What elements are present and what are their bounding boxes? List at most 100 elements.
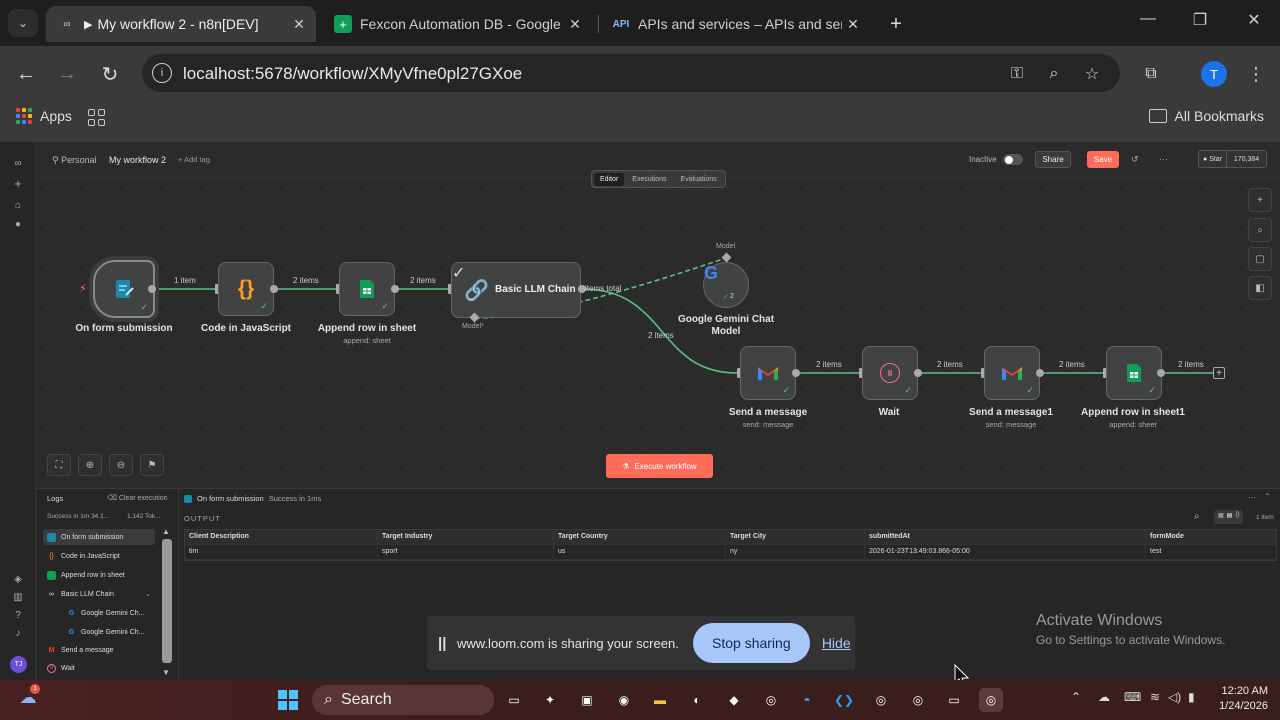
- log-item[interactable]: G Google Gemini Ch...: [63, 605, 155, 621]
- log-item[interactable]: Append row in sheet: [43, 567, 155, 583]
- save-button[interactable]: Save: [1087, 151, 1119, 168]
- log-item[interactable]: M Send a message: [43, 642, 155, 658]
- fit-view-icon[interactable]: ⛶: [47, 454, 71, 476]
- docker-icon[interactable]: ◓: [795, 688, 819, 712]
- new-tab-icon[interactable]: +: [884, 12, 908, 36]
- weather-widget-icon[interactable]: ☁ 1: [16, 684, 40, 710]
- execute-workflow-button[interactable]: ⚗ Execute workflow: [606, 454, 713, 478]
- zoom-in-icon[interactable]: ⊕: [78, 454, 102, 476]
- add-node-button[interactable]: +: [1248, 188, 1272, 212]
- chrome-icon[interactable]: ◎: [759, 688, 783, 712]
- stop-sharing-button[interactable]: Stop sharing: [692, 623, 810, 663]
- tab-editor[interactable]: Editor: [594, 172, 625, 186]
- tidy-up-icon[interactable]: ⚑: [140, 454, 164, 476]
- output-port[interactable]: [1157, 369, 1165, 377]
- chrome-profile-icon[interactable]: ◎: [869, 688, 893, 712]
- node-append-row-in-sheet[interactable]: ✓: [339, 262, 395, 316]
- volume-icon[interactable]: ◁): [1168, 690, 1181, 704]
- minimize-icon[interactable]: —: [1128, 10, 1168, 28]
- scroll-down-icon[interactable]: ▼: [162, 668, 170, 677]
- home-icon[interactable]: ⌂: [9, 196, 27, 214]
- tab-search-chevron-icon[interactable]: ⌄: [8, 9, 38, 37]
- output-port[interactable]: [914, 369, 922, 377]
- table-view-icon[interactable]: ▤: [1227, 512, 1233, 522]
- onedrive-icon[interactable]: ☁: [1098, 690, 1110, 704]
- node-on-form-submission[interactable]: ✓: [93, 260, 155, 318]
- hide-link[interactable]: Hide: [822, 635, 851, 651]
- view-mode-switch[interactable]: ▦ ▤ {}: [1214, 510, 1244, 524]
- tab-close-icon[interactable]: ✕: [564, 13, 586, 35]
- copilot-icon[interactable]: ✦: [538, 688, 562, 712]
- log-item[interactable]: II Wait: [43, 660, 155, 676]
- output-port[interactable]: [1036, 369, 1044, 377]
- panel-toggle-icon[interactable]: ◧: [1248, 276, 1272, 300]
- insights-icon[interactable]: ▥: [9, 588, 27, 606]
- all-bookmarks[interactable]: All Bookmarks: [1148, 108, 1264, 124]
- chrome-profile-icon[interactable]: ◎: [906, 688, 930, 712]
- battery-icon[interactable]: ▮: [1188, 690, 1195, 704]
- json-view-icon[interactable]: {}: [1235, 512, 1239, 522]
- site-info-icon[interactable]: i: [152, 63, 172, 83]
- vscode-icon[interactable]: ❮❯: [832, 688, 856, 712]
- tab-apis-services[interactable]: API APIs and services – APIs and servic …: [600, 6, 870, 42]
- workflow-name[interactable]: My workflow 2: [109, 155, 166, 165]
- log-item[interactable]: ∞ Basic LLM Chain ⌄: [43, 586, 155, 602]
- forward-icon[interactable]: →: [53, 60, 81, 88]
- key-icon[interactable]: ⚿: [1006, 63, 1028, 85]
- zoom-icon[interactable]: ⌕: [1043, 63, 1065, 85]
- node-google-gemini-chat-model[interactable]: G 2 ✓: [703, 262, 749, 308]
- scroll-thumb[interactable]: [162, 539, 172, 663]
- wifi-icon[interactable]: ≋: [1150, 690, 1160, 704]
- node-basic-llm-chain[interactable]: 🔗 Basic LLM Chain ✓: [451, 262, 581, 318]
- share-button[interactable]: Share: [1035, 151, 1071, 168]
- tab-executions[interactable]: Executions: [626, 173, 672, 186]
- taskbar-search[interactable]: ⌕ Search: [312, 685, 494, 715]
- taskbar-clock[interactable]: 12:20 AM 1/24/2026: [1208, 684, 1268, 714]
- tab-close-icon[interactable]: ✕: [288, 13, 310, 35]
- reload-icon[interactable]: ↻: [96, 60, 124, 88]
- zoom-out-icon[interactable]: ⊖: [109, 454, 133, 476]
- scroll-up-icon[interactable]: ▲: [162, 527, 170, 536]
- tab-groups-icon[interactable]: [88, 109, 105, 126]
- tab-evaluations[interactable]: Evaluations: [675, 173, 723, 186]
- output-port[interactable]: [270, 285, 278, 293]
- chrome-active-icon[interactable]: ◎: [979, 688, 1003, 712]
- user-icon[interactable]: ●: [9, 215, 27, 233]
- clear-execution-button[interactable]: ⌫ Clear execution: [107, 494, 167, 502]
- task-view-icon[interactable]: ▭: [502, 688, 526, 712]
- log-item[interactable]: {} Code in JavaScript: [43, 548, 155, 564]
- microsoft-store-icon[interactable]: ▣: [575, 688, 599, 712]
- address-bar[interactable]: i localhost:5678/workflow/XMyVfne0pl27GX…: [142, 54, 1120, 92]
- add-icon[interactable]: +: [9, 174, 27, 192]
- shield-icon[interactable]: ◈: [9, 570, 27, 588]
- back-icon[interactable]: ←: [12, 60, 40, 88]
- file-explorer-icon[interactable]: ▬: [648, 688, 672, 712]
- workflow-canvas[interactable]: ⚡ ✓ On form submission 1 item {} ✓ Code …: [37, 178, 1280, 488]
- log-item[interactable]: On form submission: [43, 529, 155, 545]
- extensions-icon[interactable]: ⧉: [1137, 60, 1165, 88]
- tab-n8n-workflow[interactable]: ∞ ▶ My workflow 2 - n8n[DEV] ✕: [46, 6, 316, 42]
- github-desktop-icon[interactable]: ◉: [612, 688, 636, 712]
- bookmark-apps[interactable]: Apps: [16, 108, 72, 124]
- chevron-down-icon[interactable]: ⌄: [145, 590, 151, 598]
- user-avatar[interactable]: TJ: [10, 656, 27, 673]
- node-append-row-in-sheet1[interactable]: ✓: [1106, 346, 1162, 400]
- collapse-icon[interactable]: ⌃: [1264, 492, 1271, 501]
- breadcrumb-owner[interactable]: ⚲ Personal: [52, 155, 97, 166]
- history-icon[interactable]: ↺: [1131, 154, 1139, 165]
- help-icon[interactable]: ?: [9, 606, 27, 624]
- schema-view-icon[interactable]: ▦: [1218, 512, 1224, 522]
- log-item[interactable]: G Google Gemini Ch...: [63, 624, 155, 640]
- github-star-button[interactable]: ● Star 170,384: [1198, 150, 1267, 168]
- chrome-menu-icon[interactable]: ⋮: [1242, 60, 1270, 88]
- n8n-logo-icon[interactable]: ∞: [9, 154, 27, 172]
- logs-scrollbar[interactable]: ▲ ▼: [159, 527, 175, 681]
- output-port[interactable]: [148, 285, 156, 293]
- bookmark-star-icon[interactable]: ☆: [1081, 63, 1103, 85]
- search-icon[interactable]: ⌕: [1194, 511, 1200, 522]
- add-node-plus-icon[interactable]: +: [1213, 367, 1225, 379]
- output-port[interactable]: [792, 369, 800, 377]
- add-tag-link[interactable]: + Add tag: [178, 155, 210, 164]
- active-toggle[interactable]: [1003, 154, 1023, 165]
- sticky-note-icon[interactable]: ▢: [1248, 247, 1272, 271]
